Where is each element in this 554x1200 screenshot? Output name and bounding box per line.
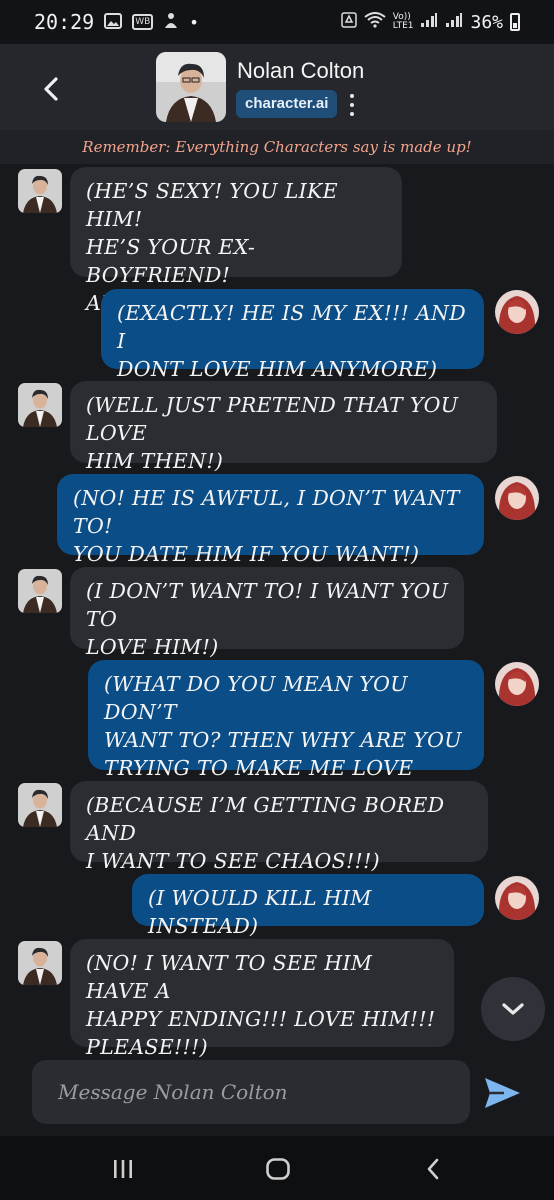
message-bubble[interactable]: (I DON’T WANT TO! I WANT YOU TO LOVE HIM… — [70, 567, 464, 659]
app-notification-icon — [163, 10, 179, 34]
recycle-icon — [341, 11, 357, 33]
more-options-icon[interactable] — [346, 94, 358, 116]
status-bar: 20:29 WB • Vo)) LTE1 36% — [0, 0, 554, 44]
character-ai-badge[interactable]: character.ai — [236, 90, 338, 118]
character-avatar[interactable] — [156, 52, 226, 122]
message-composer — [32, 1060, 470, 1124]
battery-icon — [510, 13, 520, 31]
wifi-icon — [364, 11, 386, 33]
recent-apps-icon — [114, 1160, 132, 1178]
system-nav-bar — [0, 1136, 554, 1200]
chevron-left-icon — [44, 77, 58, 101]
message-bubble[interactable]: (EXACTLY! HE IS MY EX!!! AND I DONT LOVE… — [101, 289, 484, 381]
bot-avatar[interactable] — [18, 783, 62, 827]
send-icon — [485, 1078, 520, 1108]
back-nav-icon — [427, 1158, 439, 1180]
user-avatar[interactable] — [495, 290, 539, 334]
character-name: Nolan Colton — [237, 58, 365, 83]
battery-percent: 36% — [470, 11, 503, 33]
bot-avatar[interactable] — [18, 169, 62, 213]
back-button[interactable] — [34, 72, 68, 106]
message-bubble[interactable]: (HE’S SEXY! YOU LIKE HIM! HE’S YOUR EX-B… — [70, 167, 402, 315]
user-avatar[interactable] — [495, 476, 539, 520]
disclaimer-banner: Remember: Everything Characters say is m… — [0, 130, 554, 164]
message-bubble[interactable]: (BECAUSE I’M GETTING BORED AND I WANT TO… — [70, 781, 488, 873]
message-bubble[interactable]: (I WOULD KILL HIM INSTEAD) — [132, 874, 484, 938]
wb-app-icon: WB — [132, 14, 154, 30]
chevron-down-icon — [502, 1003, 524, 1015]
signal-icon-2 — [445, 12, 463, 33]
bot-avatar[interactable] — [18, 383, 62, 427]
signal-icon — [420, 12, 438, 33]
bot-avatar[interactable] — [18, 569, 62, 613]
bot-avatar[interactable] — [18, 941, 62, 985]
recent-apps-button[interactable] — [103, 1154, 143, 1184]
message-bubble[interactable]: (NO! HE IS AWFUL, I DON’T WANT TO! YOU D… — [57, 474, 484, 566]
status-time: 20:29 — [34, 10, 95, 34]
home-button[interactable] — [258, 1154, 298, 1184]
message-bubble[interactable]: (WHAT DO YOU MEAN YOU DON’T WANT TO? THE… — [88, 660, 484, 808]
message-input[interactable] — [32, 1060, 470, 1124]
user-avatar[interactable] — [495, 662, 539, 706]
send-button[interactable] — [480, 1071, 524, 1115]
message-bubble[interactable]: (WELL JUST PRETEND THAT YOU LOVE HIM THE… — [70, 381, 497, 473]
scroll-to-bottom-button[interactable] — [481, 977, 545, 1041]
volte-icon: Vo)) LTE1 — [392, 12, 414, 31]
message-bubble[interactable]: (NO! I WANT TO SEE HIM HAVE A HAPPY ENDI… — [70, 939, 454, 1059]
home-icon — [266, 1158, 290, 1180]
chat-header: Nolan Colton character.ai — [0, 44, 554, 130]
back-nav-button[interactable] — [413, 1154, 453, 1184]
gallery-icon — [104, 10, 123, 34]
user-avatar[interactable] — [495, 876, 539, 920]
notification-dot-icon: • — [189, 12, 199, 32]
